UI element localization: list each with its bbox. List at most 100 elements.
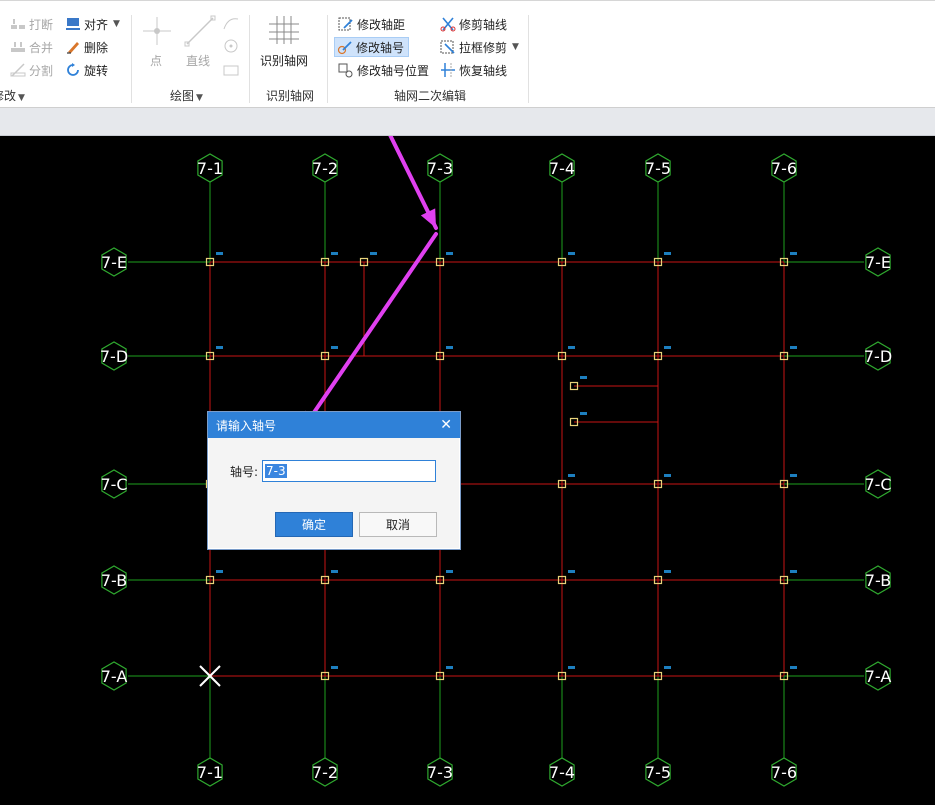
line-icon[interactable] xyxy=(184,15,216,47)
modify-number-position-icon xyxy=(338,62,354,78)
modify-number-position-label: 修改轴号位置 xyxy=(357,63,430,78)
grid-icon[interactable] xyxy=(268,15,300,45)
rotate-icon xyxy=(65,62,81,78)
draw-tools-icons xyxy=(222,15,240,77)
rotate-label: 旋转 xyxy=(84,63,109,78)
chevron-down-icon: ▼ xyxy=(18,93,25,103)
axis-label-left: 7-E xyxy=(101,253,127,272)
view-tab-strip xyxy=(0,108,935,136)
delete-label: 删除 xyxy=(84,40,109,55)
restore-axis-label: 恢复轴线 xyxy=(459,63,508,78)
node-tag xyxy=(790,252,797,255)
axis-label-left: 7-C xyxy=(100,475,127,494)
modify-spacing-button[interactable]: 修改轴距 xyxy=(338,14,405,34)
axis-number-dialog: 请输入轴号 ✕ 轴号: 7-3 确定 取消 xyxy=(207,411,461,550)
modify-group-label[interactable]: 修改▼ xyxy=(0,87,25,104)
node-tag xyxy=(568,252,575,255)
divider xyxy=(131,15,132,103)
node-tag xyxy=(790,474,797,477)
axis-number-input[interactable]: 7-3 xyxy=(262,460,436,482)
close-icon[interactable]: ✕ xyxy=(440,417,452,433)
modify-number-button[interactable]: 修改轴号 xyxy=(334,37,410,57)
annotation-arrow-line xyxy=(300,232,438,432)
merge-label: 合并 xyxy=(29,40,54,55)
dialog-titlebar[interactable]: 请输入轴号 ✕ xyxy=(208,412,460,438)
axis-number-label: 轴号: xyxy=(230,465,259,479)
axis-label-left: 7-D xyxy=(100,347,128,366)
align-label: 对齐 xyxy=(84,17,109,32)
node-tag xyxy=(568,570,575,573)
ok-button[interactable]: 确定 xyxy=(275,512,353,537)
axis-label-right: 7-D xyxy=(864,347,892,366)
axis-label-top: 7-5 xyxy=(645,159,671,178)
node-tag xyxy=(446,570,453,573)
restore-axis-button[interactable]: 恢复轴线 xyxy=(440,60,507,80)
break-button[interactable]: 打断 xyxy=(10,14,53,34)
node-tag xyxy=(331,346,338,349)
box-trim-icon xyxy=(440,39,456,55)
node-tag xyxy=(580,376,587,379)
box-trim-button[interactable]: 拉框修剪 ▼ xyxy=(440,37,519,57)
node-tag xyxy=(568,666,575,669)
drawing-canvas[interactable]: 7-1 7-2 7-3 7-4 7-5 7-6 7-1 7-2 7-3 7-4 7-5 7-6 7-E 7… xyxy=(0,62,935,801)
node-tag xyxy=(790,570,797,573)
axis-number-value: 7-3 xyxy=(265,464,287,478)
node-tag xyxy=(664,666,671,669)
identify-group-label: 识别轴网 xyxy=(266,89,315,103)
dialog-title: 请输入轴号 xyxy=(216,418,277,433)
modify-number-label: 修改轴号 xyxy=(356,40,405,55)
axis-label-top: 7-3 xyxy=(427,159,453,178)
merge-button[interactable]: 合并 xyxy=(10,37,53,57)
node-tag xyxy=(568,474,575,477)
axis-label-left: 7-A xyxy=(101,667,128,686)
axis-label-right: 7-E xyxy=(865,253,891,272)
line-label[interactable]: 直线 xyxy=(186,50,210,70)
node-tag xyxy=(370,252,377,255)
node-tag xyxy=(331,570,338,573)
node-tag xyxy=(568,346,575,349)
rotate-button[interactable]: 旋转 xyxy=(65,60,108,80)
box-trim-label: 拉框修剪 xyxy=(459,40,508,55)
modify-number-position-button[interactable]: 修改轴号位置 xyxy=(338,60,429,80)
split-icon xyxy=(10,62,26,78)
grid-drawing[interactable]: 7-1 7-2 7-3 7-4 7-5 7-6 7-1 7-2 7-3 7-4 7-5 7-6 7-E 7… xyxy=(0,62,935,801)
restore-axis-icon xyxy=(440,62,456,78)
axis-label-bottom: 7-5 xyxy=(645,763,671,782)
axis-label-bottom: 7-6 xyxy=(771,763,797,782)
divider xyxy=(528,15,529,103)
node-tag xyxy=(664,570,671,573)
node-tag xyxy=(664,474,671,477)
axis-label-right: 7-C xyxy=(864,475,891,494)
node-tag xyxy=(790,666,797,669)
split-button[interactable]: 分割 xyxy=(10,60,53,80)
point-icon[interactable] xyxy=(141,15,173,47)
node-tag xyxy=(446,666,453,669)
cancel-button[interactable]: 取消 xyxy=(359,512,437,537)
node-tag xyxy=(580,412,587,415)
node-tag xyxy=(216,570,223,573)
chevron-down-icon: ▼ xyxy=(512,42,519,52)
axis-label-bottom: 7-3 xyxy=(427,763,453,782)
trim-axis-button[interactable]: 修剪轴线 xyxy=(440,14,507,34)
ribbon-toolbar: 打断 合并 分割 对齐 ▼ 删除 旋转 修改▼ 点 直线 绘图▼ 识 xyxy=(0,0,935,108)
align-button[interactable]: 对齐 ▼ xyxy=(65,14,120,34)
node-tag xyxy=(331,252,338,255)
eraser-icon xyxy=(65,39,81,55)
delete-button[interactable]: 删除 xyxy=(65,37,108,57)
identify-grid-button[interactable]: 识别轴网 xyxy=(260,50,308,70)
axis-label-top: 7-1 xyxy=(197,159,223,178)
align-icon xyxy=(65,16,81,32)
node-tag xyxy=(790,346,797,349)
node-tag xyxy=(664,346,671,349)
axis-label-bottom: 7-4 xyxy=(549,763,575,782)
node-tag xyxy=(216,346,223,349)
chevron-down-icon: ▼ xyxy=(196,93,203,103)
point-label[interactable]: 点 xyxy=(150,50,162,70)
node-tag xyxy=(331,666,338,669)
draw-group-label[interactable]: 绘图 ▼ xyxy=(170,87,203,104)
edit-group-label: 轴网二次编辑 xyxy=(394,89,467,103)
axis-label-right: 7-B xyxy=(865,571,891,590)
chevron-down-icon: ▼ xyxy=(113,19,120,29)
divider xyxy=(249,15,250,103)
axis-label-top: 7-6 xyxy=(771,159,797,178)
